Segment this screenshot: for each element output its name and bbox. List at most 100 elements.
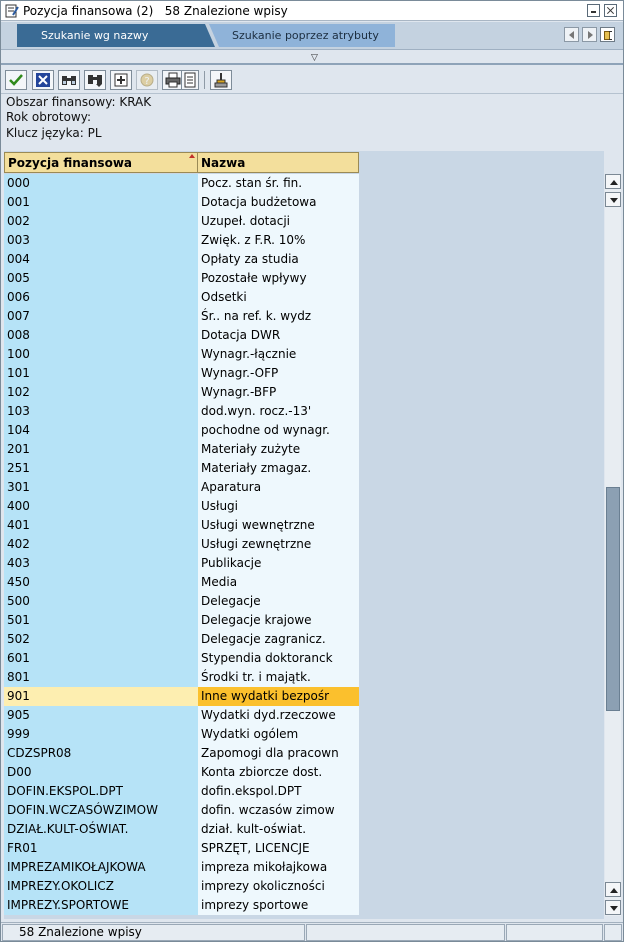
table-row[interactable]: 002 Uzupeł. dotacji bbox=[4, 212, 359, 231]
find-next-icon[interactable] bbox=[84, 70, 106, 90]
cell-name[interactable]: Wynagr.-OFP bbox=[198, 364, 359, 383]
cell-name[interactable]: imprezy sportowe bbox=[198, 896, 359, 915]
table-row[interactable]: 500 Delegacje bbox=[4, 592, 359, 611]
cell-financial-position[interactable]: 403 bbox=[4, 554, 198, 573]
scroll-down-icon[interactable] bbox=[605, 192, 621, 207]
table-row[interactable]: IMPREZY.SPORTOWE imprezy sportowe bbox=[4, 896, 359, 915]
table-row[interactable]: 006 Odsetki bbox=[4, 288, 359, 307]
table-row[interactable]: 502 Delegacje zagranicz. bbox=[4, 630, 359, 649]
table-row[interactable]: DZIAŁ.KULT-OŚWIAT. dział. kult-oświat. bbox=[4, 820, 359, 839]
personalize-icon[interactable] bbox=[210, 70, 232, 90]
tab-scroll-left-icon[interactable] bbox=[564, 27, 579, 42]
cell-financial-position[interactable]: 201 bbox=[4, 440, 198, 459]
find-icon[interactable] bbox=[58, 70, 80, 90]
table-row[interactable]: 001 Dotacja budżetowa bbox=[4, 193, 359, 212]
cell-name[interactable]: Dotacja DWR bbox=[198, 326, 359, 345]
cell-name[interactable]: Delegacje bbox=[198, 592, 359, 611]
tab-search-by-attributes[interactable]: Szukanie poprzez atrybuty bbox=[209, 24, 395, 47]
cell-financial-position[interactable]: DZIAŁ.KULT-OŚWIAT. bbox=[4, 820, 198, 839]
cell-name[interactable]: Stypendia doktoranck bbox=[198, 649, 359, 668]
cell-financial-position[interactable]: 400 bbox=[4, 497, 198, 516]
cell-financial-position[interactable]: D00 bbox=[4, 763, 198, 782]
cell-financial-position[interactable]: 001 bbox=[4, 193, 198, 212]
cell-name[interactable]: impreza mikołajkowa bbox=[198, 858, 359, 877]
tab-search-by-name[interactable]: Szukanie wg nazwy bbox=[17, 24, 215, 47]
cell-financial-position[interactable]: 103 bbox=[4, 402, 198, 421]
cell-financial-position[interactable]: 901 bbox=[4, 687, 198, 706]
cell-name[interactable]: Delegacje zagranicz. bbox=[198, 630, 359, 649]
table-row[interactable]: 003 Zwięk. z F.R. 10% bbox=[4, 231, 359, 250]
cell-financial-position[interactable]: DOFIN.WCZASÓWZIMOW bbox=[4, 801, 198, 820]
table-row[interactable]: 905 Wydatki dyd.rzeczowe bbox=[4, 706, 359, 725]
collapse-arrow-icon[interactable]: ▽ bbox=[311, 53, 318, 63]
cell-name[interactable]: Uzupeł. dotacji bbox=[198, 212, 359, 231]
cell-financial-position[interactable]: 002 bbox=[4, 212, 198, 231]
table-row[interactable]: 103 dod.wyn. rocz.-13' bbox=[4, 402, 359, 421]
table-row[interactable]: 601 Stypendia doktoranck bbox=[4, 649, 359, 668]
cell-financial-position[interactable]: 801 bbox=[4, 668, 198, 687]
cell-name[interactable]: Wydatki dyd.rzeczowe bbox=[198, 706, 359, 725]
cell-name[interactable]: Odsetki bbox=[198, 288, 359, 307]
cell-name[interactable]: Delegacje krajowe bbox=[198, 611, 359, 630]
cell-financial-position[interactable]: 450 bbox=[4, 573, 198, 592]
table-row[interactable]: 501 Delegacje krajowe bbox=[4, 611, 359, 630]
scroll-up-icon[interactable] bbox=[605, 174, 621, 189]
cell-financial-position[interactable]: 007 bbox=[4, 307, 198, 326]
close-icon[interactable] bbox=[604, 4, 617, 17]
check-icon[interactable] bbox=[5, 70, 27, 90]
column-header-name[interactable]: Nazwa bbox=[197, 152, 359, 173]
table-row[interactable]: DOFIN.EKSPOL.DPT dofin.ekspol.DPT bbox=[4, 782, 359, 801]
table-row[interactable]: CDZSPR08 Zapomogi dla pracown bbox=[4, 744, 359, 763]
help-icon[interactable]: ? bbox=[136, 70, 158, 90]
select-icon[interactable] bbox=[110, 70, 132, 90]
table-row[interactable]: FR01 SPRZĘT, LICENCJE bbox=[4, 839, 359, 858]
table-row[interactable]: 403 Publikacje bbox=[4, 554, 359, 573]
cell-name[interactable]: Pozostałe wpływy bbox=[198, 269, 359, 288]
cell-name[interactable]: Zapomogi dla pracown bbox=[198, 744, 359, 763]
table-row[interactable]: 007 Śr.. na ref. k. wydz bbox=[4, 307, 359, 326]
table-row[interactable]: 402 Usługi zewnętrzne bbox=[4, 535, 359, 554]
cell-name[interactable]: Inne wydatki bezpośr bbox=[198, 687, 359, 706]
scrollbar-thumb[interactable] bbox=[606, 486, 620, 711]
table-row[interactable]: IMPREZY.OKOLICZ imprezy okoliczności bbox=[4, 877, 359, 896]
cell-financial-position[interactable]: 301 bbox=[4, 478, 198, 497]
cell-name[interactable]: Dotacja budżetowa bbox=[198, 193, 359, 212]
table-row[interactable]: 201 Materiały zużyte bbox=[4, 440, 359, 459]
cell-financial-position[interactable]: 005 bbox=[4, 269, 198, 288]
cell-name[interactable]: Wynagr.-BFP bbox=[198, 383, 359, 402]
table-row[interactable]: 301 Aparatura bbox=[4, 478, 359, 497]
table-row[interactable]: 100 Wynagr.-łącznie bbox=[4, 345, 359, 364]
cell-name[interactable]: Środki tr. i majątk. bbox=[198, 668, 359, 687]
table-row[interactable]: 450 Media bbox=[4, 573, 359, 592]
minimize-icon[interactable] bbox=[587, 4, 600, 17]
cell-financial-position[interactable]: 601 bbox=[4, 649, 198, 668]
table-row[interactable]: 999 Wydatki ogólem bbox=[4, 725, 359, 744]
table-row[interactable]: 401 Usługi wewnętrzne bbox=[4, 516, 359, 535]
table-row[interactable]: 008 Dotacja DWR bbox=[4, 326, 359, 345]
cell-financial-position[interactable]: IMPREZY.OKOLICZ bbox=[4, 877, 198, 896]
cell-name[interactable]: Usługi zewnętrzne bbox=[198, 535, 359, 554]
cell-financial-position[interactable]: 401 bbox=[4, 516, 198, 535]
cell-financial-position[interactable]: DOFIN.EKSPOL.DPT bbox=[4, 782, 198, 801]
cell-financial-position[interactable]: 100 bbox=[4, 345, 198, 364]
cell-financial-position[interactable]: 006 bbox=[4, 288, 198, 307]
tab-scroll-right-icon[interactable] bbox=[582, 27, 597, 42]
cell-name[interactable]: Zwięk. z F.R. 10% bbox=[198, 231, 359, 250]
vertical-scrollbar[interactable] bbox=[605, 174, 621, 916]
cell-name[interactable]: Usługi wewnętrzne bbox=[198, 516, 359, 535]
cell-financial-position[interactable]: 999 bbox=[4, 725, 198, 744]
cell-name[interactable]: Wydatki ogólem bbox=[198, 725, 359, 744]
cell-name[interactable]: pochodne od wynagr. bbox=[198, 421, 359, 440]
table-row[interactable]: 005 Pozostałe wpływy bbox=[4, 269, 359, 288]
cell-financial-position[interactable]: 008 bbox=[4, 326, 198, 345]
cell-name[interactable]: dofin.ekspol.DPT bbox=[198, 782, 359, 801]
table-row[interactable]: 400 Usługi bbox=[4, 497, 359, 516]
table-row[interactable]: 251 Materiały zmagaz. bbox=[4, 459, 359, 478]
cell-name[interactable]: Usługi bbox=[198, 497, 359, 516]
table-row[interactable]: 101 Wynagr.-OFP bbox=[4, 364, 359, 383]
cell-financial-position[interactable]: 501 bbox=[4, 611, 198, 630]
table-row[interactable]: DOFIN.WCZASÓWZIMOW dofin. wczasów zimow bbox=[4, 801, 359, 820]
cell-name[interactable]: imprezy okoliczności bbox=[198, 877, 359, 896]
cell-name[interactable]: dod.wyn. rocz.-13' bbox=[198, 402, 359, 421]
table-row[interactable]: 004 Opłaty za studia bbox=[4, 250, 359, 269]
